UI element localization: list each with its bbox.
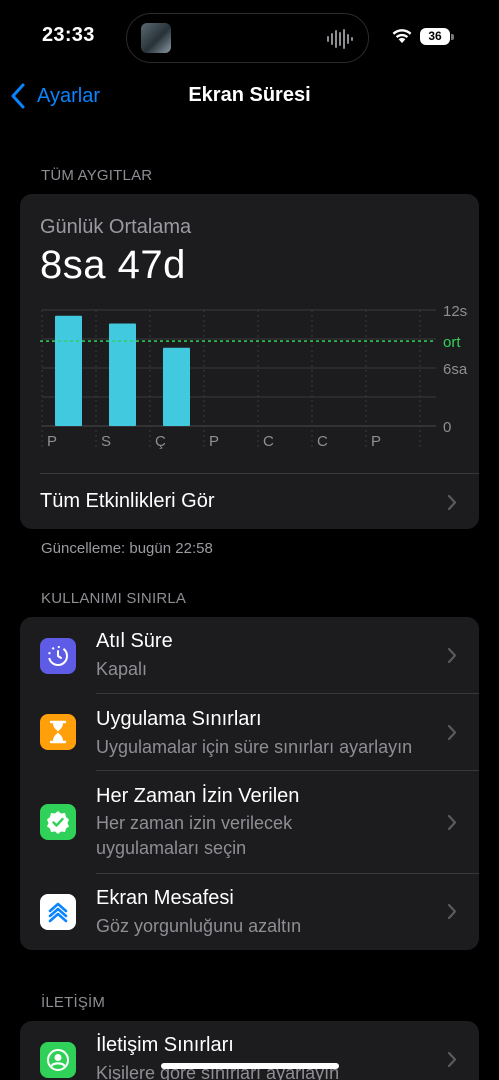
- chart-x-tick-label: C: [317, 433, 328, 450]
- communication-limits-title: İletişim Sınırları: [96, 1034, 234, 1056]
- now-playing-artwork: [141, 23, 171, 53]
- section-header-limit-usage: KULLANIMI SINIRLA: [41, 590, 187, 607]
- screen-distance-icon: [40, 894, 76, 930]
- daily-average-label: Günlük Ortalama: [40, 216, 192, 238]
- chevron-right-icon: [447, 647, 457, 664]
- hourglass-icon: [40, 714, 76, 750]
- chevron-right-icon: [447, 814, 457, 831]
- downtime-subtitle: Kapalı: [96, 659, 148, 679]
- chevron-right-icon: [447, 724, 457, 741]
- app-limits-title: Uygulama Sınırları: [96, 708, 262, 730]
- chart-bar: [109, 323, 136, 426]
- last-updated-text: Güncelleme: bugün 22:58: [41, 540, 213, 557]
- navigation-bar: Ayarlar Ekran Süresi: [0, 74, 499, 118]
- chart-bar: [55, 315, 82, 426]
- chart-x-tick-label: P: [209, 433, 219, 450]
- daily-average-card[interactable]: Günlük Ortalama 8sa 47d ort 12sa 6sa 0 P S Ç P C…: [20, 194, 479, 529]
- chevron-right-icon: [447, 1051, 457, 1068]
- list-item-screen-distance[interactable]: Ekran Mesafesi Göz yorgunluğunu azaltın: [20, 874, 479, 950]
- app-limits-subtitle: Uygulamalar için süre sınırları ayarlayı…: [96, 737, 413, 757]
- section-header-communication: İLETİŞİM: [41, 994, 106, 1011]
- contact-limit-icon: [40, 1042, 76, 1078]
- list-item-app-limits[interactable]: Uygulama Sınırları Uygulamalar için süre…: [20, 694, 479, 771]
- battery-tip: [451, 34, 454, 40]
- limit-usage-card: Atıl Süre Kapalı Uygulama Sınırları Uygu…: [20, 617, 479, 950]
- always-allowed-subtitle: Her zaman izin verilecek uygulamaları se…: [96, 813, 293, 858]
- chart-x-tick-label: Ç: [155, 433, 166, 450]
- see-all-activity-link[interactable]: Tüm Etkinlikleri Gör: [40, 490, 214, 513]
- downtime-icon: [40, 638, 76, 674]
- home-indicator[interactable]: [161, 1063, 339, 1069]
- chart-y-tick-label: 12sa: [443, 303, 468, 320]
- battery-level: 36: [420, 28, 450, 45]
- chart-bar: [163, 347, 190, 426]
- chart-x-tick-label: P: [47, 433, 57, 450]
- chevron-right-icon: [447, 903, 457, 920]
- chart-x-tick-label: C: [263, 433, 274, 450]
- section-header-all-devices: TÜM AYGITLAR: [41, 167, 153, 184]
- screen-distance-subtitle: Göz yorgunluğunu azaltın: [96, 916, 302, 936]
- chevron-right-icon: [447, 494, 457, 511]
- card-divider: [40, 473, 479, 474]
- screen-distance-title: Ekran Mesafesi: [96, 887, 234, 909]
- list-item-always-allowed[interactable]: Her Zaman İzin Verilen Her zaman izin ve…: [20, 771, 479, 874]
- page-title: Ekran Süresi: [188, 84, 311, 106]
- downtime-title: Atıl Süre: [96, 630, 173, 652]
- checkmark-badge-icon: [40, 804, 76, 840]
- chart-average-label: ort: [443, 334, 461, 351]
- list-item-downtime[interactable]: Atıl Süre Kapalı: [20, 617, 479, 694]
- wifi-icon: [392, 29, 412, 43]
- status-time: 23:33: [42, 24, 95, 46]
- communication-card: İletişim Sınırları Kişilere göre sınırla…: [20, 1021, 479, 1080]
- always-allowed-title: Her Zaman İzin Verilen: [96, 785, 300, 807]
- dynamic-island[interactable]: [126, 13, 369, 63]
- list-item-communication-limits[interactable]: İletişim Sınırları Kişilere göre sınırla…: [20, 1021, 479, 1080]
- battery-indicator: 36: [420, 26, 454, 46]
- audio-waveform-icon: [327, 29, 353, 49]
- daily-average-value: 8sa 47d: [40, 243, 186, 287]
- chart-y-tick-label: 0: [443, 419, 451, 436]
- weekly-usage-chart[interactable]: ort 12sa 6sa 0 P S Ç P C C P: [38, 302, 468, 462]
- status-bar: 23:33 36: [0, 0, 499, 72]
- chart-x-tick-label: P: [371, 433, 381, 450]
- chart-x-tick-label: S: [101, 433, 111, 450]
- chart-y-tick-label: 6sa: [443, 361, 468, 378]
